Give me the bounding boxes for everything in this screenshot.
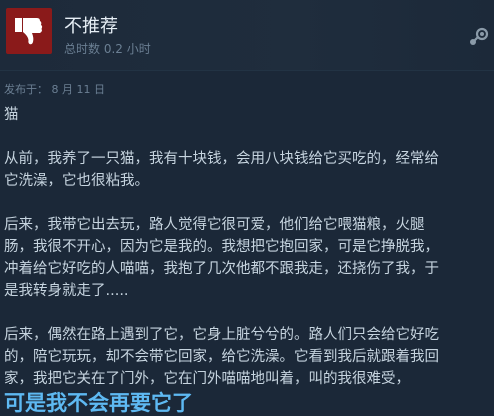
review-header: 不推荐 总时数 0.2 小时 bbox=[0, 0, 494, 70]
posted-date: 发布于： 8 月 11 日 bbox=[4, 83, 105, 96]
thumbs-down-badge bbox=[6, 8, 52, 54]
steam-logo-icon bbox=[470, 27, 489, 45]
review-paragraph: 后来，偶然在路上遇到了它，它身上脏兮兮的。路人们只会给它好吃 的，陪它玩玩，却不… bbox=[4, 327, 439, 387]
recommendation-title: 不推荐 bbox=[64, 16, 118, 37]
thumbs-down-icon bbox=[15, 18, 43, 45]
hours-on-record: 总时数 0.2 小时 bbox=[64, 42, 151, 56]
review-paragraph: 从前，我养了一只猫，我有十块钱，会用八块钱给它买吃的，经常给 它洗澡，它也很粘我… bbox=[4, 151, 439, 189]
review-paragraph: 猫 bbox=[4, 107, 19, 123]
emphasis-line: 可是我不会再要它了 bbox=[4, 391, 193, 415]
review-paragraph: 后来，我带它出去玩，路人觉得它很可爱，他们给它喂猫粮，火腿 肠，我很不开心，因为… bbox=[4, 217, 439, 299]
header-divider bbox=[0, 70, 494, 71]
review-body: 猫 从前，我养了一只猫，我有十块钱，会用八块钱给它买吃的，经常给 它洗澡，它也很… bbox=[4, 104, 492, 416]
